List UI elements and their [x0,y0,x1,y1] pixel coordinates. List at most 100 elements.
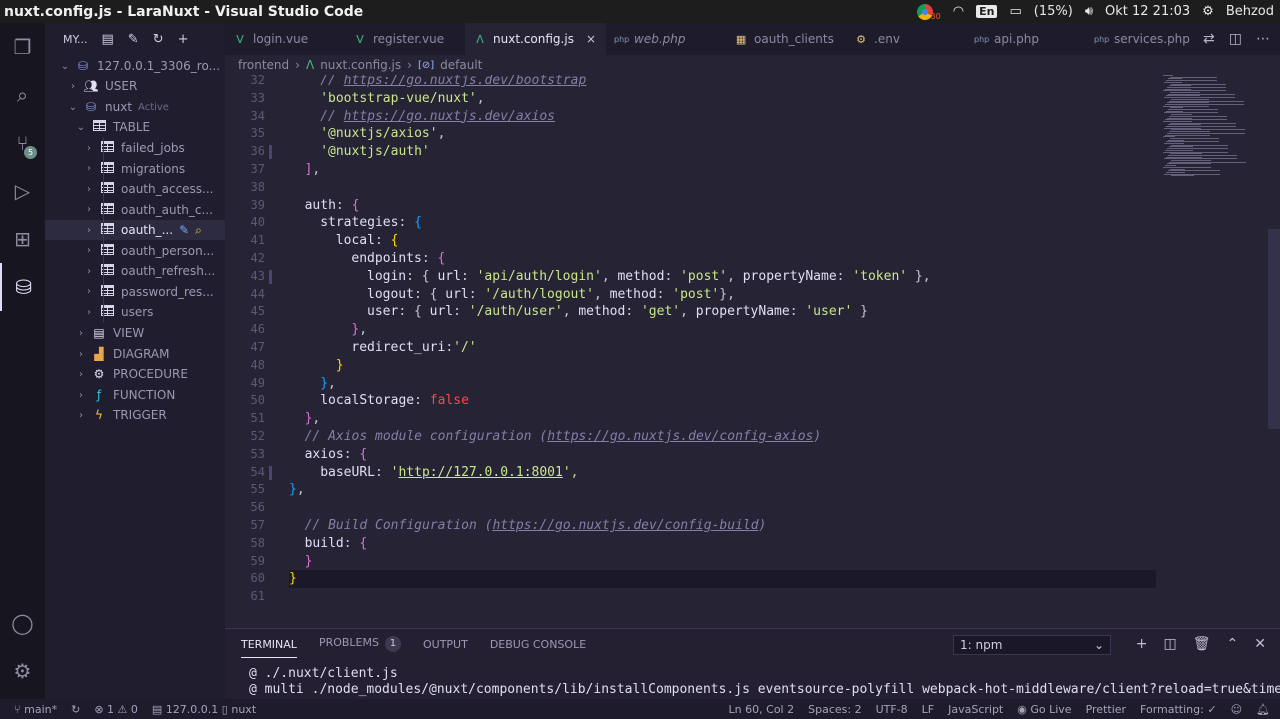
language-indicator[interactable]: En [976,5,998,18]
tab-0[interactable]: Vlogin.vue [225,23,345,55]
more-actions-icon[interactable]: ⋯ [1256,31,1270,47]
search-icon[interactable]: ⌕ [195,223,202,238]
trigger-group-row[interactable]: › ϟ TRIGGER [45,405,225,425]
table-item[interactable]: › password_res... [45,282,225,302]
battery-level[interactable]: (15%) [1034,4,1073,19]
code-line[interactable]: '@nuxtjs/auth' [289,143,430,161]
code-line[interactable]: build: { [289,535,368,553]
branch-item[interactable]: ⑂ main* [14,703,57,716]
table-item[interactable]: › migrations [45,159,225,179]
battery-icon[interactable]: ▭ [1009,4,1021,19]
code-line[interactable]: endpoints: { [289,250,445,268]
extensions-icon[interactable]: ⊞ [0,215,45,263]
code-line[interactable]: redirect_uri:'/' [289,339,476,357]
problems-item[interactable]: ⊗ 1 ⚠ 0 [94,703,138,716]
code-line[interactable]: login: { url: 'api/auth/login', method: … [289,268,931,286]
connection-item[interactable]: ▤ 127.0.0.1 ▯ nuxt [152,703,256,716]
table-item[interactable]: › oauth_... ✎ ⌕ [45,220,225,240]
breadcrumb-folder[interactable]: frontend [238,58,289,72]
code-line[interactable]: axios: { [289,446,368,464]
search-icon[interactable]: ⌕ [0,71,45,119]
view-group-row[interactable]: › ▤ VIEW [45,323,225,343]
close-panel-icon[interactable]: ✕ [1254,636,1266,652]
table-item[interactable]: › oauth_person... [45,241,225,261]
code-line[interactable]: '@nuxtjs/axios', [289,125,445,143]
volume-icon[interactable]: 🔊︎ [1085,4,1093,19]
username[interactable]: Behzod [1226,4,1274,19]
code-line[interactable]: strategies: { [289,214,422,232]
editor-scrollbar[interactable] [1268,75,1280,628]
prettier-item[interactable]: Prettier [1086,703,1126,716]
code-line[interactable]: }, [289,321,367,339]
explorer-icon[interactable]: ❐ [0,23,45,71]
tab-problems[interactable]: PROBLEMS 1 [319,636,401,652]
breadcrumb-symbol[interactable]: default [440,58,482,72]
formatting-item[interactable]: Formatting: ✓ [1140,703,1217,716]
tab-3[interactable]: php web.php [606,23,726,55]
compare-icon[interactable]: ⇄ [1203,31,1215,47]
database-row[interactable]: ⌄ ⛁ nuxt Active [45,97,225,117]
end-of-line[interactable]: LF [922,703,934,716]
code-editor[interactable]: 32// https://go.nuxtjs.dev/bootstrap 33'b… [225,75,1280,628]
run-debug-icon[interactable]: ▷ [0,167,45,215]
code-line[interactable]: baseURL: 'http://127.0.0.1:8001', [289,464,578,482]
database-icon[interactable]: ⛁ [0,263,45,311]
sync-icon[interactable]: ↻ [71,703,80,716]
code-line[interactable]: // Build Configuration (https://go.nuxtj… [289,517,767,535]
code-line[interactable]: } [289,553,313,571]
code-line[interactable]: logout: { url: '/auth/logout', method: '… [289,286,735,304]
split-editor-icon[interactable]: ◫ [1229,31,1242,47]
tab-debug-console[interactable]: DEBUG CONSOLE [490,638,586,651]
code-line[interactable]: user: { url: '/auth/user', method: 'get'… [289,303,868,321]
source-control-icon[interactable]: ⑂ 5 [0,119,45,167]
tab-terminal[interactable]: TERMINAL [241,638,297,658]
function-group-row[interactable]: › ƒ FUNCTION [45,385,225,405]
code-line[interactable]: } [289,357,344,375]
connection-row[interactable]: ⌄ ⛁ 127.0.0.1_3306_ro... [45,56,225,76]
code-line[interactable]: // Axios module configuration (https://g… [289,428,822,446]
new-query-icon[interactable]: ✎ [128,32,139,47]
bell-icon[interactable]: 🔔︎ [1256,703,1270,716]
indentation[interactable]: Spaces: 2 [808,703,861,716]
code-line[interactable]: auth: { [289,197,360,215]
tab-2[interactable]: Λnuxt.config.js × [465,23,607,55]
table-group-row[interactable]: ⌄ TABLE [45,117,225,137]
user-row[interactable]: › 👥︎ USER [45,76,225,96]
tab-1[interactable]: Vregister.vue [345,23,465,55]
add-connection-icon[interactable]: + [178,32,189,47]
tab-5[interactable]: ⚙ .env [846,23,966,55]
datetime[interactable]: Okt 12 21:03 [1105,4,1190,19]
wifi-icon[interactable]: ◠ [953,4,964,19]
language-mode[interactable]: JavaScript [948,703,1003,716]
code-line[interactable]: local: { [289,232,399,250]
terminal-line[interactable]: @ ./.nuxt/client.js [249,666,398,681]
terminal-line[interactable]: @ multi ./node_modules/@nuxt/components/… [249,682,1280,697]
code-line[interactable]: localStorage: false [289,392,469,410]
terminal-select[interactable]: 1: npm ⌄ [953,635,1111,655]
tab-4[interactable]: ▦ oauth_clients [726,23,846,55]
table-item[interactable]: › failed_jobs [45,138,225,158]
split-terminal-icon[interactable]: ◫ [1164,636,1177,652]
tab-6[interactable]: php api.php [966,23,1086,55]
code-line[interactable]: ], [289,161,321,179]
table-item[interactable]: › oauth_access... [45,179,225,199]
table-item[interactable]: › oauth_refresh... [45,261,225,281]
refresh-icon[interactable]: ↻ [153,32,164,47]
table-item[interactable]: › users [45,302,225,322]
code-line[interactable]: // https://go.nuxtjs.dev/bootstrap [289,75,586,90]
diagram-group-row[interactable]: › ▟ DIAGRAM [45,344,225,364]
scrollbar-thumb[interactable] [1268,229,1280,429]
account-icon[interactable]: ◯ [0,599,45,647]
procedure-group-row[interactable]: › ⚙ PROCEDURE [45,364,225,384]
code-line[interactable]: }, [289,410,321,428]
maximize-panel-icon[interactable]: ⌃ [1227,636,1239,652]
table-item[interactable]: › oauth_auth_c... [45,200,225,220]
chrome-icon[interactable] [916,3,933,20]
code-line[interactable]: 'bootstrap-vue/nuxt', [289,90,484,108]
close-icon[interactable]: × [586,32,596,46]
code-line[interactable]: // https://go.nuxtjs.dev/axios [289,108,555,126]
add-terminal-icon[interactable]: + [1136,636,1148,652]
code-line[interactable]: }, [289,375,336,393]
new-file-icon[interactable]: ▤ [101,32,113,47]
encoding[interactable]: UTF-8 [876,703,908,716]
